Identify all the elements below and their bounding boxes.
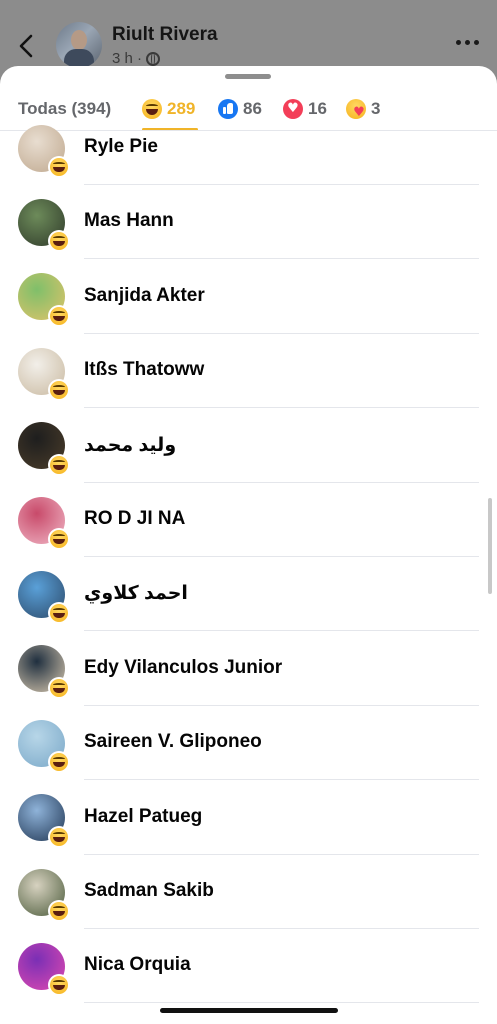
row-separator: [84, 1002, 479, 1004]
sheet-grabber[interactable]: [225, 74, 271, 79]
reactor-row[interactable]: وليد محمد: [0, 409, 497, 483]
post-time: 3 h ·: [112, 50, 143, 67]
reactor-name[interactable]: Hazel Patueg: [84, 806, 202, 828]
reactor-row[interactable]: Nica Orquia: [0, 929, 497, 1004]
haha-icon: [50, 678, 68, 697]
reaction-badge: [48, 602, 70, 625]
reaction-badge: [48, 825, 70, 848]
reactor-name[interactable]: RO D JI NA: [84, 508, 185, 530]
reactor-name[interactable]: Edy Vilanculos Junior: [84, 657, 282, 679]
back-button[interactable]: [16, 32, 38, 60]
reaction-badge: [48, 900, 70, 922]
haha-icon: [50, 232, 68, 251]
haha-icon: [50, 753, 68, 772]
reactions-sheet: Todas (394) 289 86 16 3 Ryle PieMas Hann…: [0, 66, 497, 1024]
haha-icon: [50, 158, 68, 176]
reactor-name[interactable]: Ryle Pie: [84, 136, 158, 158]
home-indicator: [160, 1008, 338, 1013]
reaction-badge: [48, 528, 70, 550]
reactor-row[interactable]: Ryle Pie: [0, 111, 497, 185]
more-dot-icon: [456, 39, 461, 45]
avatar-face: [71, 30, 87, 50]
reactor-name[interactable]: Nica Orquia: [84, 954, 191, 976]
haha-icon: [50, 306, 68, 325]
reactor-row[interactable]: Mas Hann: [0, 185, 497, 260]
reactor-name[interactable]: Sanjida Akter: [84, 285, 205, 307]
haha-icon: [50, 455, 68, 474]
post-author-avatar[interactable]: [56, 22, 102, 68]
reaction-badge: [48, 453, 70, 476]
reactor-row[interactable]: RO D JI NA: [0, 483, 497, 557]
more-button[interactable]: [456, 36, 480, 48]
scrollbar[interactable]: [488, 498, 492, 594]
reactor-name[interactable]: وليد محمد: [84, 434, 176, 457]
more-dot-icon: [465, 39, 470, 45]
reactor-row[interactable]: احمد كلاوي: [0, 557, 497, 632]
reaction-badge: [48, 379, 70, 402]
reaction-badge: [48, 676, 70, 699]
reactor-name[interactable]: Sadman Sakib: [84, 880, 214, 902]
chevron-left-icon: [19, 34, 33, 58]
post-meta: 3 h ·: [112, 50, 161, 67]
reaction-badge: [48, 304, 70, 327]
post-author-name[interactable]: Riult Rivera: [112, 24, 218, 46]
reactor-row[interactable]: Sadman Sakib: [0, 855, 497, 929]
reactor-row[interactable]: Itßs Thatoww: [0, 334, 497, 409]
reactor-name[interactable]: Saireen V. Gliponeo: [84, 731, 262, 753]
reactor-row[interactable]: Edy Vilanculos Junior: [0, 632, 497, 706]
reactor-row[interactable]: Saireen V. Gliponeo: [0, 706, 497, 781]
reactor-name[interactable]: احمد كلاوي: [84, 582, 188, 605]
reactor-name[interactable]: Mas Hann: [84, 210, 174, 232]
haha-icon: [50, 530, 68, 548]
globe-icon: [146, 51, 161, 66]
reactor-row[interactable]: Sanjida Akter: [0, 260, 497, 334]
haha-icon: [50, 902, 68, 920]
reaction-badge: [48, 751, 70, 774]
haha-icon: [50, 827, 68, 846]
haha-icon: [50, 976, 68, 995]
haha-icon: [50, 381, 68, 400]
haha-icon: [50, 604, 68, 623]
reaction-badge: [48, 230, 70, 253]
reaction-badge: [48, 156, 70, 178]
reactor-name[interactable]: Itßs Thatoww: [84, 359, 204, 381]
reactor-row[interactable]: Hazel Patueg: [0, 781, 497, 855]
more-dot-icon: [474, 39, 479, 45]
reaction-badge: [48, 974, 70, 997]
